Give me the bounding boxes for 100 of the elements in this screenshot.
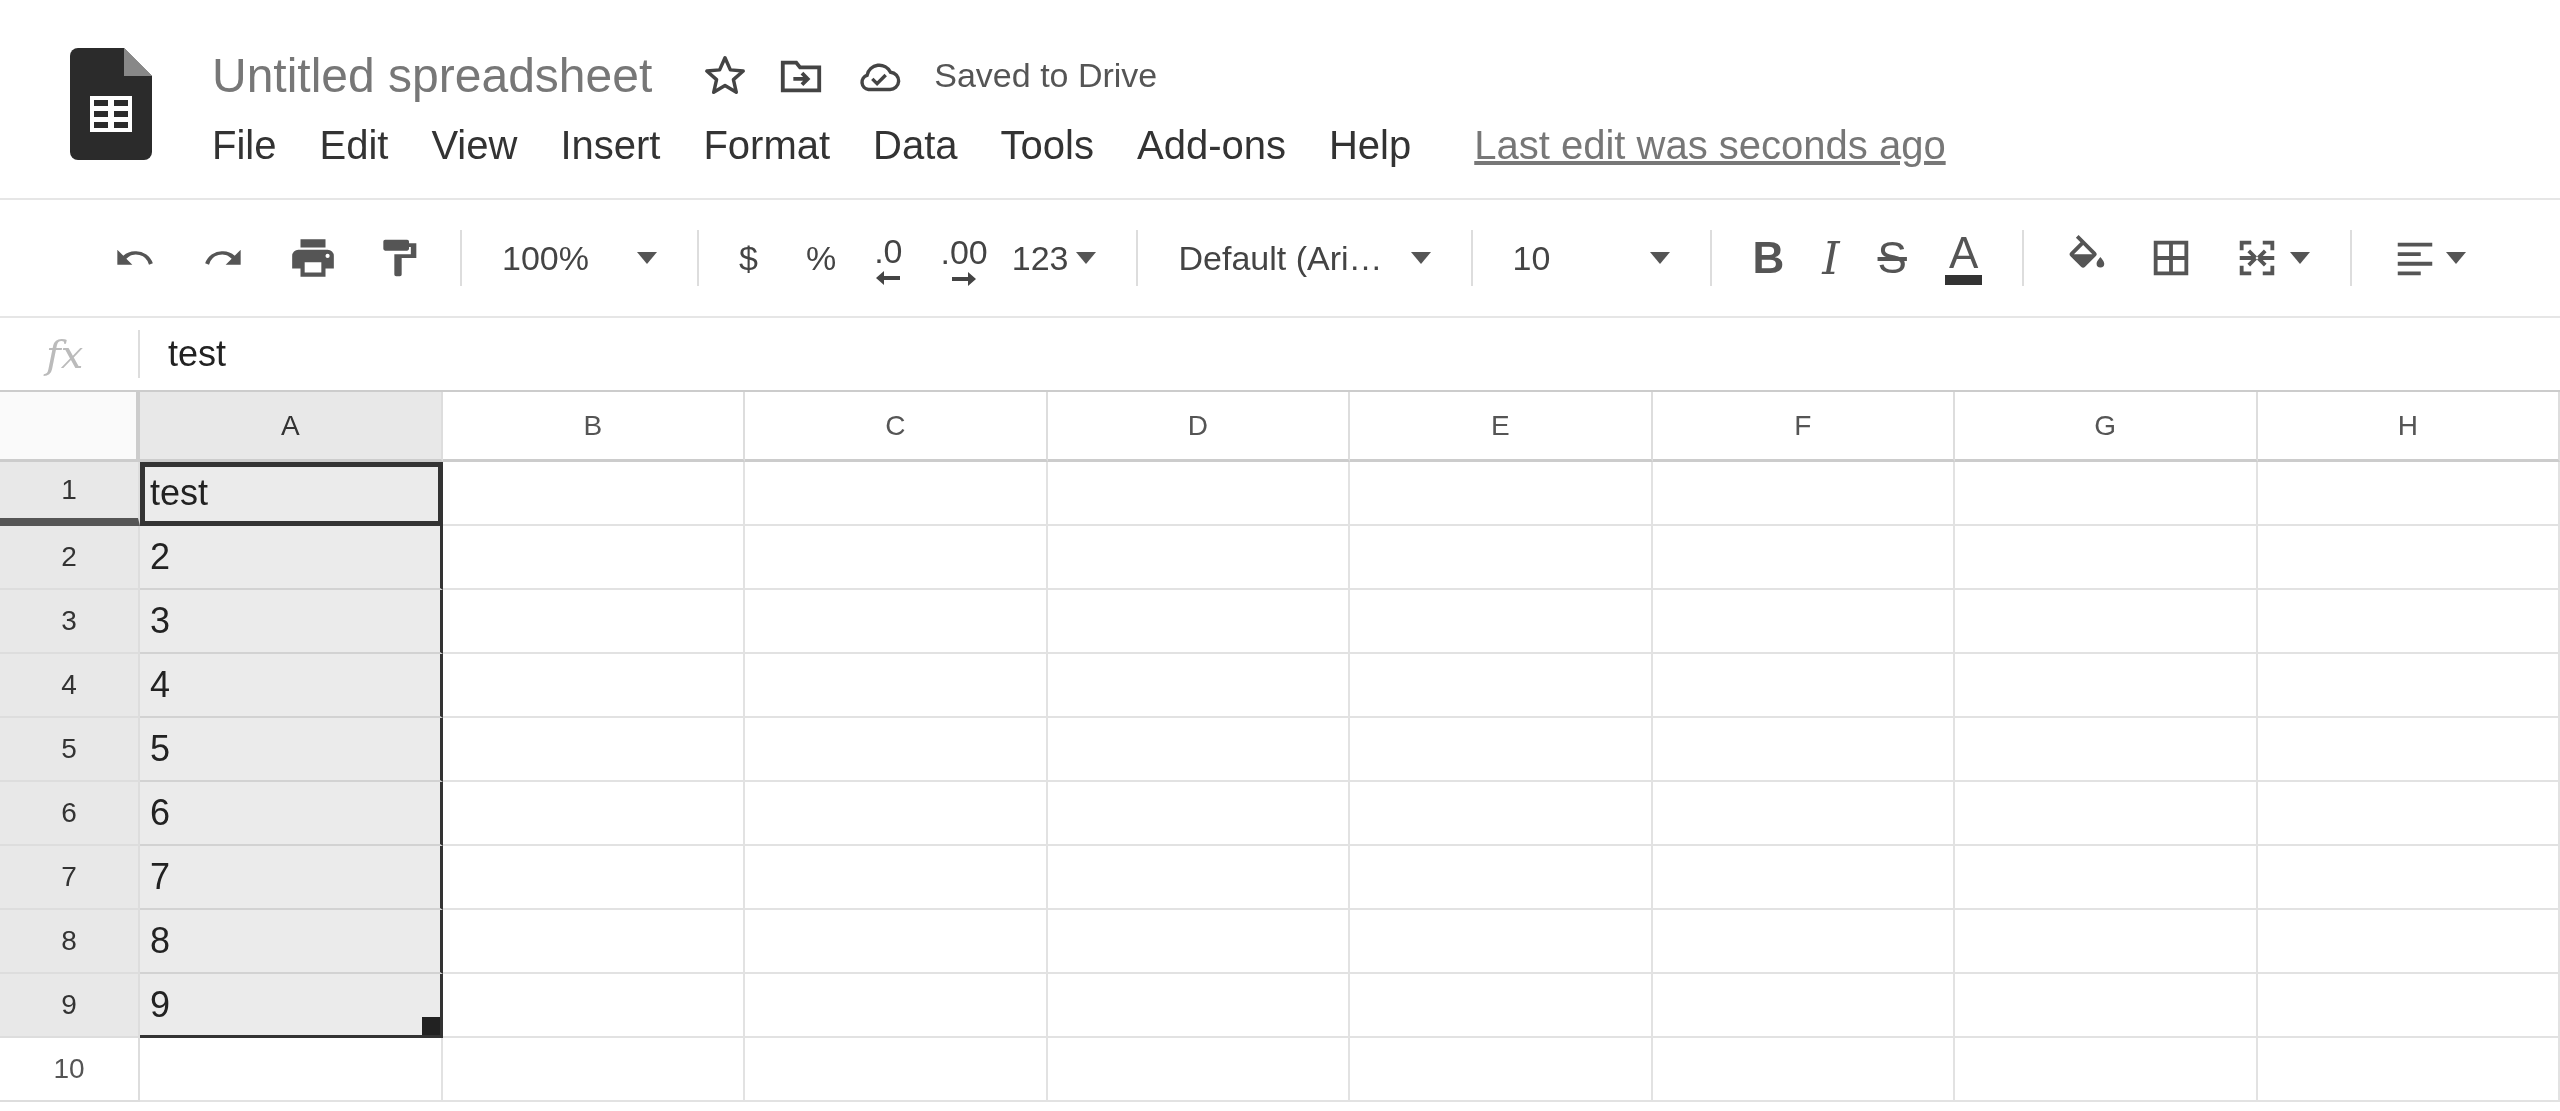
grid-cell[interactable] [442,782,745,846]
grid-cell[interactable]: 9 [140,974,443,1038]
grid-cell[interactable] [442,718,745,782]
number-format-dropdown[interactable]: 123 [1011,238,1069,278]
right-arrow-icon[interactable] [952,271,977,286]
grid-cell[interactable] [2257,1038,2560,1102]
grid-cell[interactable] [745,1038,1048,1102]
caret-icon[interactable] [2290,252,2311,264]
grid-cell[interactable] [1047,782,1350,846]
caret-icon[interactable] [1650,252,1671,264]
grid-cell[interactable] [1652,846,1955,910]
grid-corner[interactable] [0,392,140,462]
last-edit-link[interactable]: Last edit was seconds ago [1474,123,1946,168]
font-dropdown[interactable]: Default (Ari… [1178,238,1383,278]
grid-cell[interactable] [1955,462,2258,526]
grid-cell[interactable] [1955,846,2258,910]
column-header[interactable]: G [1955,392,2258,462]
italic-button[interactable]: I [1822,232,1840,284]
grid-cell[interactable] [1350,718,1653,782]
grid-cell[interactable] [2257,590,2560,654]
grid-cell[interactable] [1955,654,2258,718]
grid-cell[interactable] [2257,718,2560,782]
currency-format[interactable]: $ [738,238,758,278]
column-header[interactable]: D [1047,392,1350,462]
grid-cell[interactable] [1350,1038,1653,1102]
column-header[interactable]: E [1350,392,1653,462]
row-header[interactable]: 5 [0,718,140,782]
grid-cell[interactable]: 7 [140,846,443,910]
grid-cell[interactable] [1350,654,1653,718]
grid-cell[interactable] [1955,974,2258,1038]
grid-cell[interactable] [442,462,745,526]
grid-cell[interactable] [1350,590,1653,654]
grid-cell[interactable]: 3 [140,590,443,654]
grid-cell[interactable] [442,910,745,974]
column-header[interactable]: H [2257,392,2560,462]
grid-cell[interactable] [1047,974,1350,1038]
grid-cell[interactable] [745,526,1048,590]
grid-cell[interactable] [2257,462,2560,526]
menu-item[interactable]: Insert [560,123,661,168]
menu-item[interactable]: Add-ons [1137,123,1286,168]
row-header[interactable]: 9 [0,974,140,1038]
grid-cell[interactable] [2257,846,2560,910]
grid-cell[interactable] [2257,910,2560,974]
row-header[interactable]: 6 [0,782,140,846]
menu-item[interactable]: View [431,123,518,168]
grid-cell[interactable] [1652,910,1955,974]
row-header[interactable]: 3 [0,590,140,654]
caret-icon[interactable] [1410,252,1431,264]
grid-cell[interactable] [1652,782,1955,846]
grid-cell[interactable] [745,590,1048,654]
grid-cell[interactable] [745,718,1048,782]
grid-cell[interactable] [1350,974,1653,1038]
grid-cell[interactable] [140,1038,443,1102]
increase-decimals[interactable]: .00 [940,232,988,272]
row-header[interactable]: 1 [0,462,140,526]
row-header[interactable]: 8 [0,910,140,974]
formula-input[interactable]: test [168,333,227,375]
grid-cell[interactable] [1350,782,1653,846]
grid-cell[interactable]: 2 [140,526,443,590]
menu-item[interactable]: Tools [1000,123,1094,168]
grid-cell[interactable]: 6 [140,782,443,846]
grid-cell[interactable] [442,654,745,718]
grid-cell[interactable]: test [140,462,443,526]
grid-cell[interactable] [745,910,1048,974]
document-title[interactable]: Untitled spreadsheet [212,48,653,103]
grid-cell[interactable] [442,974,745,1038]
grid-cell[interactable] [1350,462,1653,526]
grid-cell[interactable] [1955,910,2258,974]
grid-cell[interactable] [1350,846,1653,910]
row-header[interactable]: 10 [0,1038,140,1102]
row-header[interactable]: 4 [0,654,140,718]
grid-cell[interactable] [745,846,1048,910]
grid-cell[interactable] [745,462,1048,526]
row-header[interactable]: 2 [0,526,140,590]
zoom-dropdown[interactable]: 100% [502,238,589,278]
grid-cell[interactable] [442,590,745,654]
grid-cell[interactable] [1047,718,1350,782]
grid-cell[interactable] [1955,1038,2258,1102]
column-header[interactable]: B [442,392,745,462]
grid-cell[interactable] [1047,846,1350,910]
caret-icon[interactable] [1076,252,1097,264]
grid-cell[interactable] [2257,654,2560,718]
grid-cell[interactable] [1955,590,2258,654]
grid-cell[interactable] [1047,1038,1350,1102]
column-header[interactable]: A [140,392,443,462]
grid-cell[interactable]: 8 [140,910,443,974]
grid-cell[interactable] [745,974,1048,1038]
grid-cell[interactable] [1652,526,1955,590]
menu-item[interactable]: Help [1329,123,1412,168]
decrease-decimals[interactable]: .0 [874,231,903,271]
strikethrough-button[interactable]: S [1877,233,1907,283]
grid-cell[interactable] [1652,718,1955,782]
bold-button[interactable]: B [1752,233,1785,283]
grid-cell[interactable] [1652,590,1955,654]
caret-icon[interactable] [636,252,657,264]
fill-handle[interactable] [421,1017,440,1035]
text-color-button[interactable]: A [1944,231,1983,285]
column-header[interactable]: F [1652,392,1955,462]
grid-cell[interactable] [2257,526,2560,590]
grid-cell[interactable] [745,654,1048,718]
